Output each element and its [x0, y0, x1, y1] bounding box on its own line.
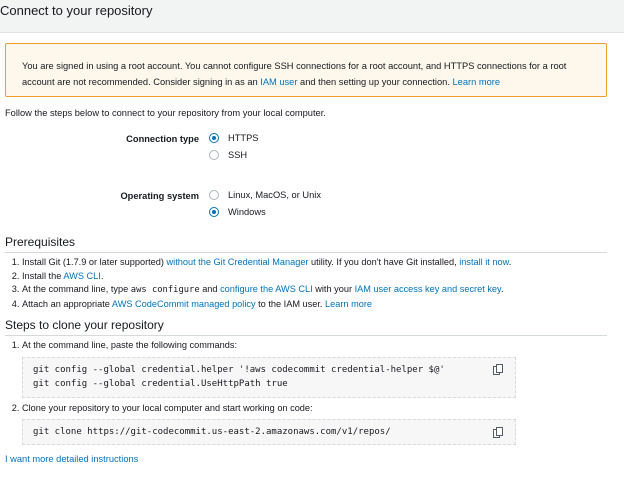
- radio-option-windows[interactable]: Windows: [209, 207, 266, 217]
- prereq3-text-2: and: [199, 284, 221, 295]
- prerequisite-item: At the command line, type aws configure …: [22, 283, 606, 298]
- alert-text-2: and then setting up your connection.: [297, 77, 453, 87]
- steps-list-2: Clone your repository to your local comp…: [6, 402, 606, 416]
- prerequisites-list: Install Git (1.7.9 or later supported) w…: [6, 256, 606, 311]
- radio-https[interactable]: [209, 133, 219, 143]
- radio-option-ssh[interactable]: SSH: [209, 150, 247, 160]
- copy-icon[interactable]: [493, 364, 503, 375]
- radio-linux[interactable]: [209, 190, 219, 200]
- config-commands-codebox: git config --global credential.helper '!…: [22, 357, 516, 398]
- prereq-learn-more-link[interactable]: Learn more: [325, 299, 372, 309]
- copy-icon[interactable]: [493, 427, 503, 438]
- prereq4-text-1: Attach an appropriate: [22, 298, 112, 309]
- radio-label-linux: Linux, MacOS, or Unix: [228, 190, 322, 200]
- operating-system-label: Operating system: [120, 191, 199, 201]
- alert-learn-more-link[interactable]: Learn more: [453, 77, 501, 87]
- connection-type-label: Connection type: [126, 134, 199, 144]
- radio-label-ssh: SSH: [228, 150, 248, 160]
- radio-option-https[interactable]: HTTPS: [209, 133, 258, 143]
- radio-ssh[interactable]: [209, 150, 219, 160]
- prereq2-text-1: Install the: [22, 270, 64, 281]
- aws-cli-link[interactable]: AWS CLI: [63, 271, 100, 281]
- prereq3-text-3: with your: [312, 284, 355, 295]
- prerequisite-item: Install Git (1.7.9 or later supported) w…: [22, 256, 606, 270]
- prereq2-text-2: .: [100, 270, 104, 281]
- code-line: git config --global credential.helper '!…: [33, 365, 445, 375]
- git-no-credential-manager-link[interactable]: without the Git Credential Manager: [167, 257, 309, 267]
- prereq1-text-2: utility. If you don't have Git installed…: [308, 257, 460, 267]
- steps-list-1: At the command line, paste the following…: [6, 339, 606, 353]
- radio-label-https: HTTPS: [228, 133, 259, 143]
- page-header: Connect to your repository: [0, 0, 624, 33]
- prerequisite-item: Install the AWS CLI.: [22, 270, 606, 284]
- intro-text: Follow the steps below to connect to you…: [5, 108, 326, 118]
- step-item: Clone your repository to your local comp…: [22, 402, 606, 416]
- steps-heading: Steps to clone your repository: [5, 318, 607, 336]
- prerequisites-heading: Prerequisites: [5, 235, 607, 253]
- prereq4-text-2: to the IAM user.: [255, 298, 326, 309]
- detailed-instructions-link[interactable]: I want more detailed instructions: [5, 454, 138, 464]
- configure-aws-cli-link[interactable]: configure the AWS CLI: [220, 284, 313, 294]
- radio-option-linux[interactable]: Linux, MacOS, or Unix: [209, 190, 321, 200]
- prereq1-text-1: Install Git (1.7.9 or later supported): [22, 257, 167, 267]
- iam-access-key-link[interactable]: IAM user access key and secret key: [355, 284, 501, 294]
- clone-command-codebox: git clone https://git-codecommit.us-east…: [22, 419, 516, 445]
- step-item: At the command line, paste the following…: [22, 339, 606, 353]
- code-line: git clone https://git-codecommit.us-east…: [33, 427, 391, 437]
- prereq3-text-4: .: [500, 284, 504, 295]
- managed-policy-link[interactable]: AWS CodeCommit managed policy: [112, 299, 256, 309]
- radio-windows[interactable]: [209, 207, 219, 217]
- root-account-warning: You are signed in using a root account. …: [5, 43, 607, 97]
- iam-user-link[interactable]: IAM user: [260, 77, 297, 87]
- radio-label-windows: Windows: [228, 207, 266, 217]
- prereq3-text-1: At the command line, type: [22, 284, 131, 295]
- prerequisite-item: Attach an appropriate AWS CodeCommit man…: [22, 298, 606, 312]
- page-title: Connect to your repository: [0, 3, 153, 18]
- install-git-link[interactable]: install it now: [459, 257, 509, 267]
- aws-configure-code: aws configure: [130, 285, 200, 296]
- code-line: git config --global credential.UseHttpPa…: [33, 378, 288, 389]
- prereq1-text-3: .: [508, 257, 512, 267]
